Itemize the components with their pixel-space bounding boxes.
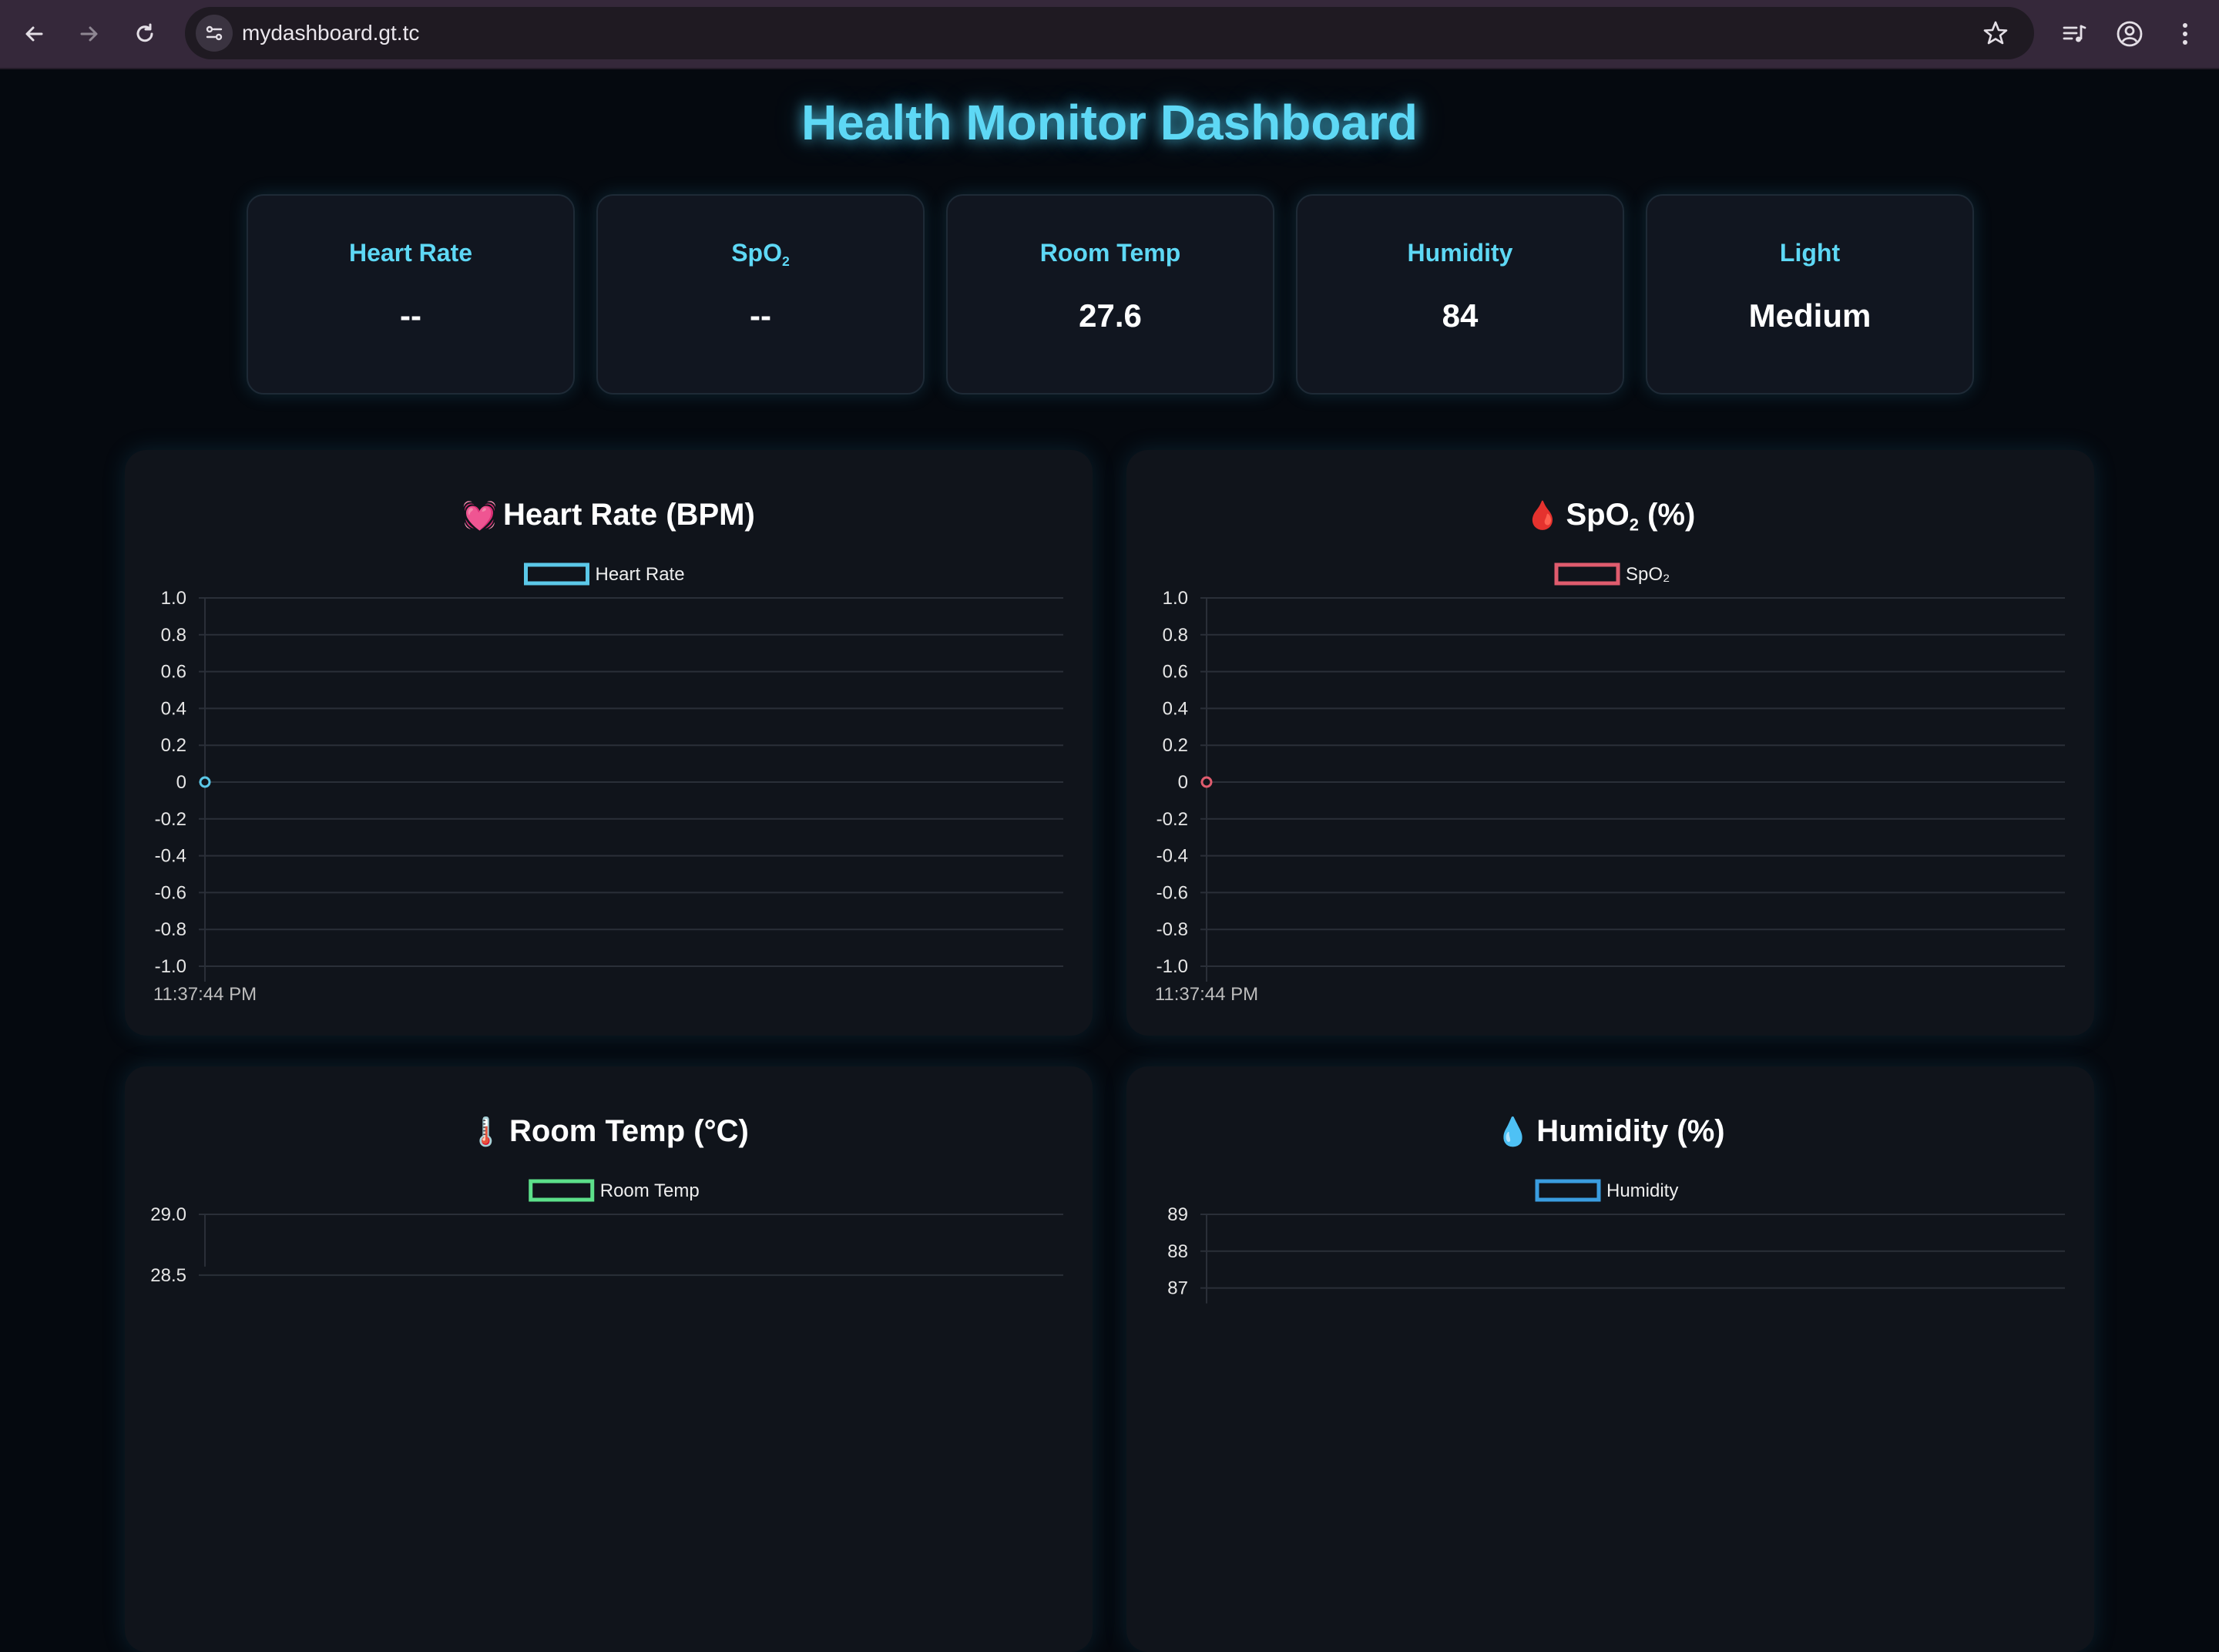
heart-rate-chart: Heart Rate 1.0 0.8 0.6 0.4 0.2 0 -0.2 -0.4 -0.6 -0… bbox=[153, 562, 1063, 1005]
profile-icon[interactable] bbox=[2111, 15, 2148, 52]
chart-card-spo2: 🩸 SpO2 (%) SpO₂ 1.0 0.8 0.6 0.4 0.2 0 -0.2 -0.4 -0… bbox=[1126, 450, 2094, 1036]
x-tick-label: 11:37:44 PM bbox=[153, 984, 257, 1005]
legend-swatch bbox=[1535, 1179, 1601, 1202]
y-tick-label: 0.8 bbox=[161, 625, 186, 646]
back-arrow-icon[interactable] bbox=[15, 15, 52, 52]
y-tick-label: -1.0 bbox=[1156, 956, 1188, 977]
spo2-chart: SpO₂ 1.0 0.8 0.6 0.4 0.2 0 -0.2 -0.4 -0.6 -0.8 -1.0… bbox=[1155, 562, 2065, 1005]
stat-card-room-temp: Room Temp 27.6 bbox=[946, 194, 1274, 395]
y-tick-label: -0.8 bbox=[155, 919, 186, 940]
stat-label: Heart Rate bbox=[348, 239, 473, 267]
legend-label: Room Temp bbox=[600, 1180, 700, 1201]
chart-card-room-temp: 🌡️ Room Temp (°C) Room Temp 29.0 28.5 bbox=[125, 1066, 1093, 1652]
y-tick-label: -0.4 bbox=[1156, 846, 1188, 867]
y-tick-label: 0.8 bbox=[1163, 625, 1188, 646]
y-tick-label: -1.0 bbox=[155, 956, 186, 977]
stat-label: SpO2 bbox=[598, 239, 923, 270]
legend-swatch bbox=[529, 1179, 595, 1202]
chart-card-humidity: 💧 Humidity (%) Humidity 89 88 87 bbox=[1126, 1066, 2094, 1652]
site-settings-icon[interactable] bbox=[196, 15, 233, 52]
room-temp-chart: Room Temp 29.0 28.5 bbox=[150, 1179, 1063, 1286]
humidity-chart: Humidity 89 88 87 bbox=[1167, 1179, 2065, 1304]
y-tick-label: -0.2 bbox=[155, 809, 186, 830]
y-tick-label: 88 bbox=[1167, 1241, 1188, 1262]
media-control-icon[interactable] bbox=[2056, 15, 2093, 52]
page-title: Health Monitor Dashboard bbox=[801, 95, 1418, 150]
forward-arrow-icon[interactable] bbox=[71, 15, 108, 52]
stat-label: Light bbox=[1779, 239, 1841, 267]
y-tick-label: 89 bbox=[1167, 1204, 1188, 1225]
y-tick-label: 29.0 bbox=[150, 1204, 186, 1225]
data-point bbox=[1200, 776, 1213, 788]
y-tick-label: 0.6 bbox=[161, 662, 186, 683]
y-tick-label: 0 bbox=[176, 772, 186, 793]
y-tick-label: 28.5 bbox=[150, 1265, 186, 1286]
y-tick-label: 0.6 bbox=[1163, 662, 1188, 683]
y-tick-label: 0.2 bbox=[1163, 735, 1188, 756]
stat-card-humidity: Humidity 84 bbox=[1296, 194, 1624, 395]
stat-value: -- bbox=[750, 297, 771, 334]
legend-swatch bbox=[524, 562, 589, 586]
legend-swatch bbox=[1554, 562, 1620, 586]
chart-card-heart-rate: 💓 Heart Rate (BPM) Heart Rate 1.0 0.8 0.6 0.4… bbox=[125, 450, 1093, 1036]
legend-label: Heart Rate bbox=[596, 564, 685, 585]
stat-card-light: Light Medium bbox=[1646, 194, 1974, 395]
stat-label: Room Temp bbox=[1039, 239, 1181, 267]
y-tick-label: -0.6 bbox=[155, 882, 186, 903]
stat-label-subscript: 2 bbox=[781, 254, 790, 270]
y-tick-label: 0 bbox=[1178, 772, 1188, 793]
star-icon[interactable] bbox=[1979, 16, 2013, 50]
reload-icon[interactable] bbox=[126, 15, 163, 52]
url-text[interactable]: mydashboard.gt.tc bbox=[242, 7, 419, 59]
stat-card-heart-rate: Heart Rate -- bbox=[247, 194, 575, 395]
y-tick-label: -0.8 bbox=[1156, 919, 1188, 940]
y-tick-label: 87 bbox=[1167, 1278, 1188, 1299]
y-tick-label: 0.2 bbox=[161, 735, 186, 756]
y-tick-label: 0.4 bbox=[161, 698, 186, 719]
address-bar[interactable]: mydashboard.gt.tc bbox=[185, 7, 2034, 59]
y-tick-label: 1.0 bbox=[161, 588, 186, 609]
stat-value: -- bbox=[400, 297, 421, 334]
y-tick-label: 0.4 bbox=[1163, 698, 1188, 719]
legend-label: Humidity bbox=[1606, 1180, 1678, 1201]
stat-label: Humidity bbox=[1407, 239, 1513, 267]
stat-value: Medium bbox=[1748, 297, 1872, 334]
stat-label-text: SpO bbox=[731, 239, 782, 267]
legend-label: SpO₂ bbox=[1626, 564, 1670, 585]
browser-toolbar: mydashboard.gt.tc bbox=[0, 0, 2219, 69]
more-menu-icon[interactable] bbox=[2167, 15, 2204, 52]
stat-value: 27.6 bbox=[1079, 297, 1142, 334]
y-tick-label: 1.0 bbox=[1163, 588, 1188, 609]
stat-card-spo2: SpO2 -- bbox=[596, 194, 925, 395]
x-tick-label: 11:37:44 PM bbox=[1155, 984, 1258, 1005]
data-point bbox=[199, 776, 211, 788]
stat-value: 84 bbox=[1442, 297, 1479, 334]
y-tick-label: -0.2 bbox=[1156, 809, 1188, 830]
y-tick-label: -0.4 bbox=[155, 846, 186, 867]
y-tick-label: -0.6 bbox=[1156, 882, 1188, 903]
